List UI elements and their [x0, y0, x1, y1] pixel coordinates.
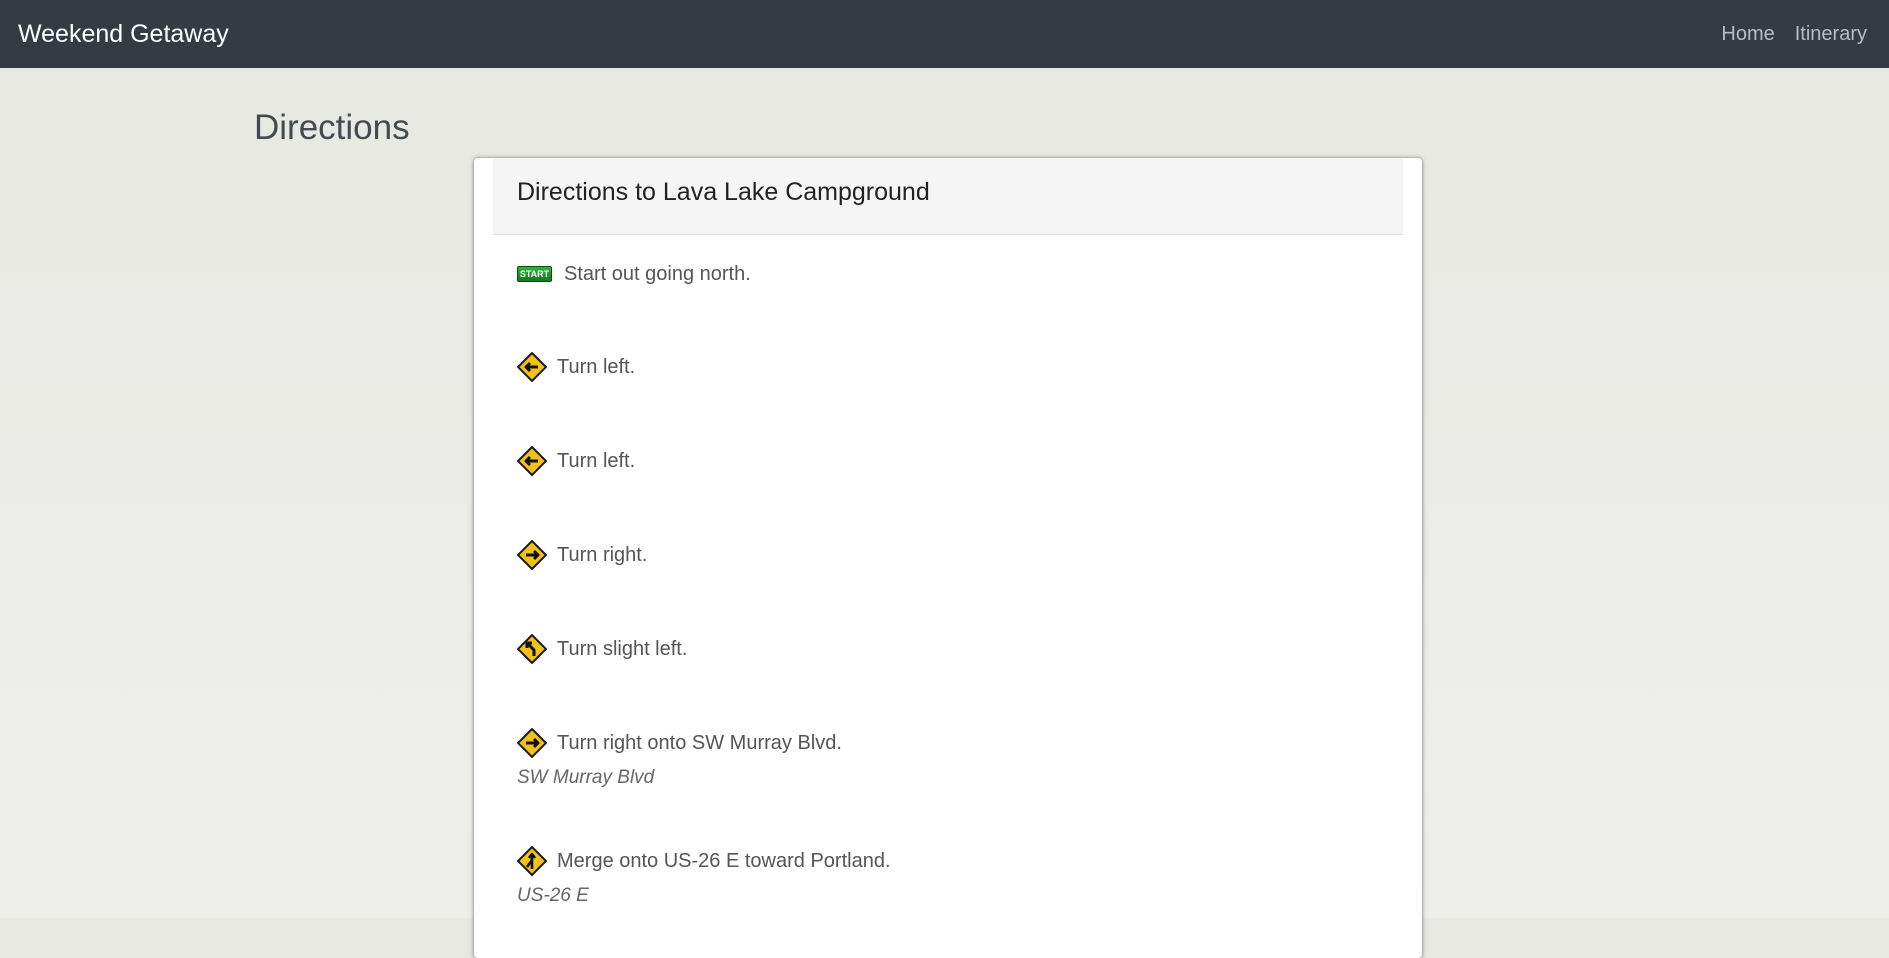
direction-step: Merge onto US-26 E toward Portland. US-2… — [516, 841, 1377, 910]
road-name: SW Murray Blvd — [517, 767, 655, 788]
direction-step: Turn right onto SW Murray Blvd. SW Murra… — [516, 723, 1377, 792]
step-text: Turn left. — [557, 356, 636, 378]
direction-step: Turn slight left. — [516, 629, 1377, 669]
panel-title: Directions to Lava Lake Campground — [517, 178, 930, 206]
road-name: US-26 E — [517, 885, 589, 906]
brand-link[interactable]: Weekend Getaway — [18, 18, 229, 50]
start-icon: START — [517, 266, 552, 282]
step-text: Turn left. — [557, 450, 636, 472]
step-text: Merge onto US-26 E toward Portland. — [557, 850, 891, 872]
step-text: Start out going north. — [564, 263, 751, 285]
direction-step: Turn right. — [516, 535, 1377, 575]
merge-icon — [516, 845, 548, 877]
directions-panel: Directions to Lava Lake Campground START… — [474, 158, 1422, 958]
step-text: Turn slight left. — [557, 638, 688, 660]
direction-step: Turn left. — [516, 347, 1377, 387]
turn-left-icon — [516, 445, 548, 477]
nav-links: Home Itinerary — [1721, 20, 1867, 48]
panel-heading: Directions to Lava Lake Campground — [493, 158, 1403, 235]
turn-left-icon — [516, 351, 548, 383]
turn-slight-left-icon — [516, 633, 548, 665]
step-text: Turn right onto SW Murray Blvd. — [557, 732, 842, 754]
nav-home-link[interactable]: Home — [1721, 20, 1774, 48]
direction-step: Turn left. — [516, 441, 1377, 481]
direction-step: START Start out going north. — [517, 254, 1377, 294]
turn-right-icon — [516, 727, 548, 759]
navbar: Weekend Getaway Home Itinerary — [0, 0, 1889, 68]
page-title: Directions — [254, 108, 410, 147]
turn-right-icon — [516, 539, 548, 571]
nav-itinerary-link[interactable]: Itinerary — [1795, 20, 1867, 48]
step-text: Turn right. — [557, 544, 648, 566]
